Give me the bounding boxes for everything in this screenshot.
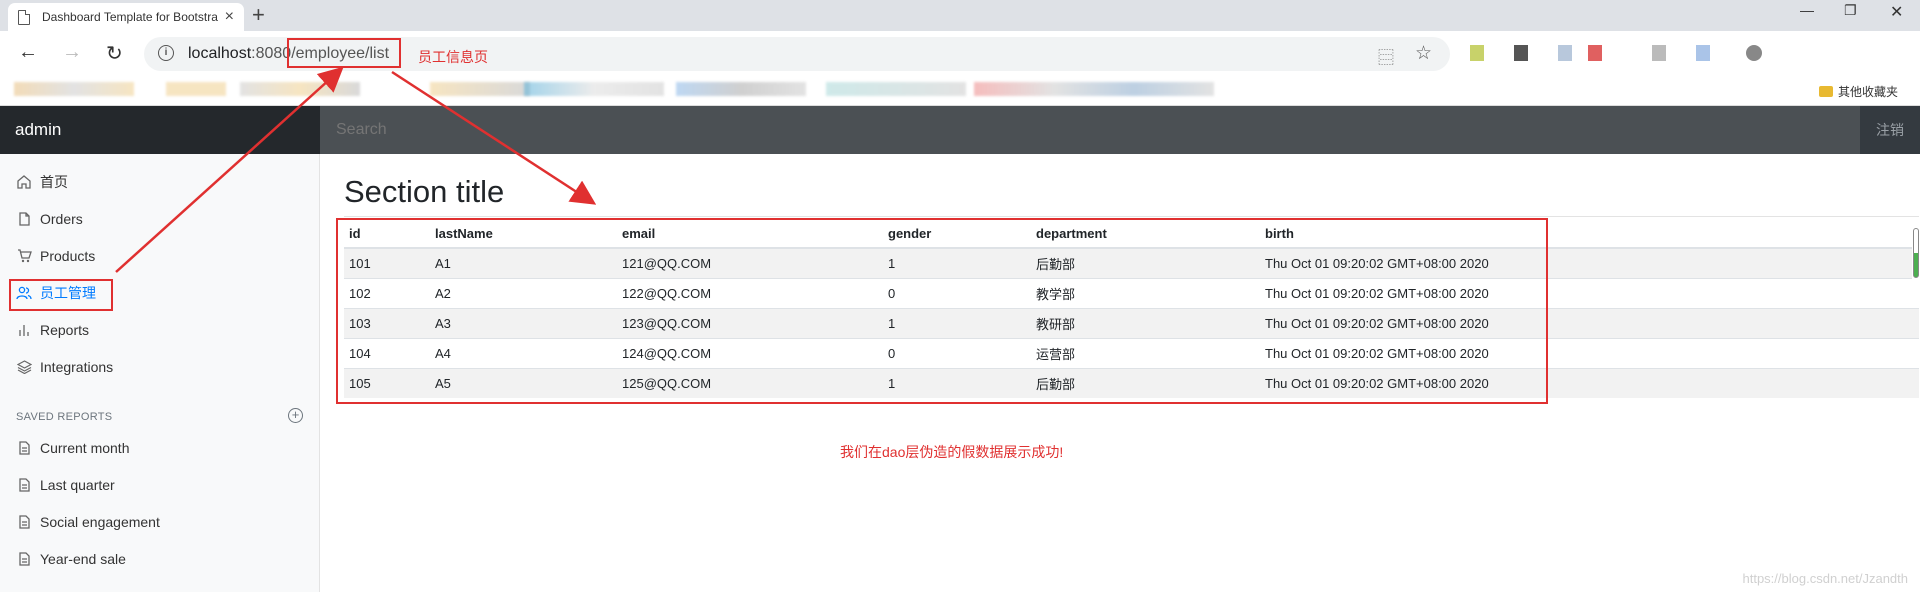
annotation-arrows — [115, 66, 597, 273]
arrow-sidebar-to-url — [115, 66, 344, 273]
arrow-url-to-table — [391, 70, 597, 205]
